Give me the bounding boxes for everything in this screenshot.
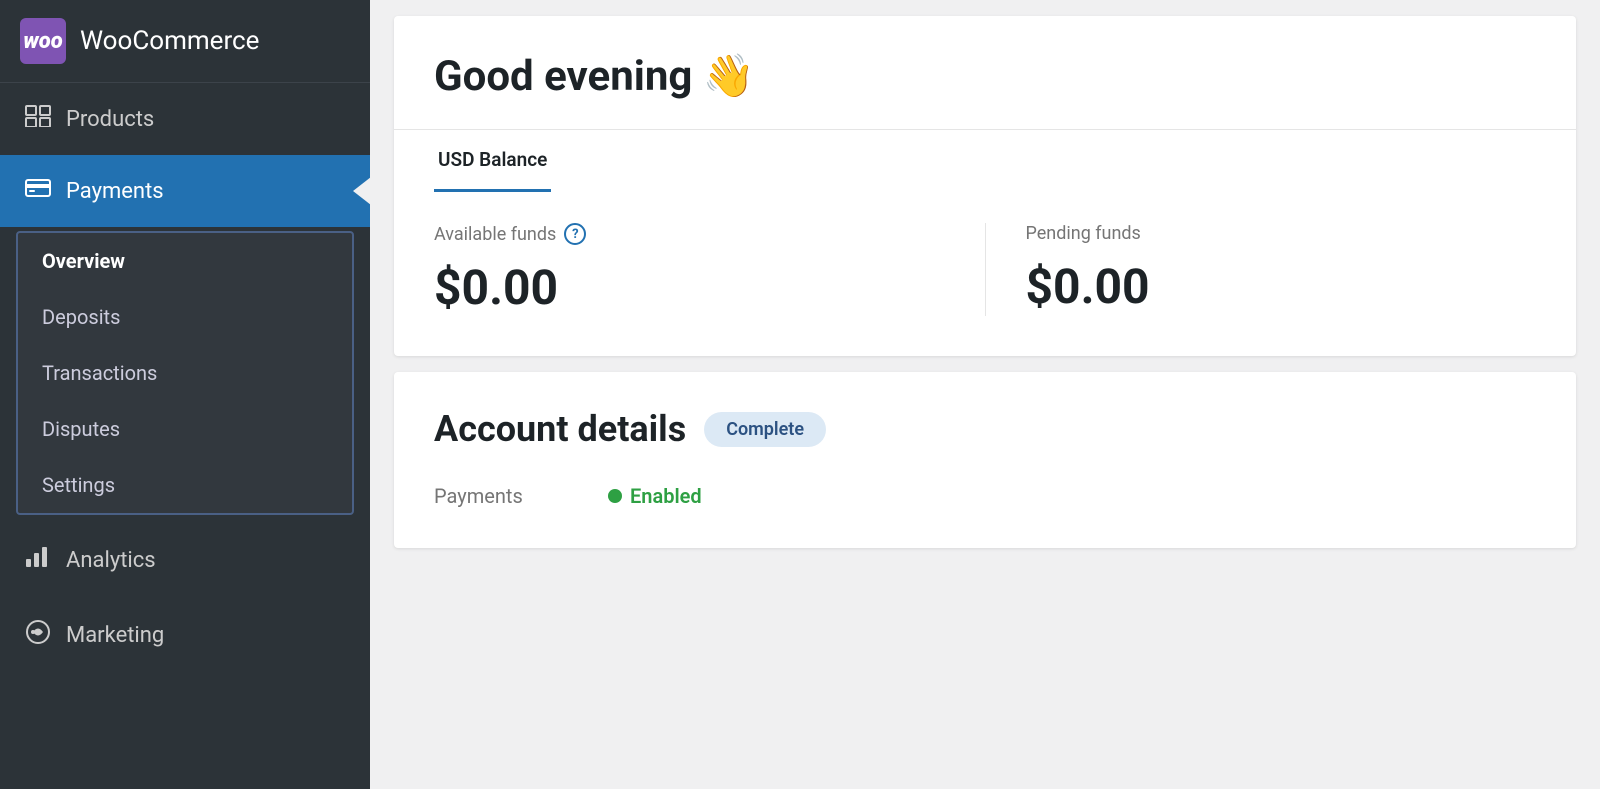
sidebar-item-analytics-label: Analytics [66, 548, 156, 573]
tab-list: USD Balance [434, 130, 1536, 191]
sidebar-item-products[interactable]: Products [0, 83, 370, 155]
sidebar: woo WooCommerce Products Payments Over [0, 0, 370, 789]
tab-usd-balance[interactable]: USD Balance [434, 130, 551, 192]
submenu-item-disputes[interactable]: Disputes [18, 401, 352, 457]
available-funds-help-icon[interactable]: ? [564, 223, 586, 245]
account-status-badge: Complete [704, 412, 826, 447]
submenu-item-overview[interactable]: Overview [18, 233, 352, 289]
woocommerce-logo: woo [20, 18, 66, 64]
submenu-item-deposits[interactable]: Deposits [18, 289, 352, 345]
balance-content: Available funds ? $0.00 Pending funds $0… [394, 191, 1576, 356]
pending-funds-label: Pending funds [1026, 223, 1537, 244]
payments-submenu: Overview Deposits Transactions Disputes … [16, 231, 354, 515]
sidebar-logo-row: woo WooCommerce [0, 0, 370, 83]
greeting-card: Good evening 👋 USD Balance Available fun… [394, 16, 1576, 356]
available-funds-col: Available funds ? $0.00 [434, 223, 986, 316]
sidebar-brand-name: WooCommerce [80, 26, 259, 56]
sidebar-item-marketing-label: Marketing [66, 623, 164, 648]
submenu-item-settings[interactable]: Settings [18, 457, 352, 513]
account-payments-label: Payments [434, 484, 594, 508]
greeting-section: Good evening 👋 [394, 16, 1576, 129]
account-payments-status: Enabled [608, 484, 702, 508]
sidebar-item-marketing[interactable]: Marketing [0, 597, 370, 673]
account-details-card: Account details Complete Payments Enable… [394, 372, 1576, 548]
greeting-text: Good evening 👋 [434, 52, 1536, 101]
available-funds-amount: $0.00 [434, 259, 945, 316]
enabled-label: Enabled [630, 484, 702, 508]
balance-tabs: USD Balance [394, 129, 1576, 191]
analytics-icon [24, 545, 52, 575]
available-funds-label: Available funds ? [434, 223, 945, 245]
submenu-item-transactions[interactable]: Transactions [18, 345, 352, 401]
products-icon [24, 105, 52, 133]
main-content: Good evening 👋 USD Balance Available fun… [370, 0, 1600, 789]
pending-funds-amount: $0.00 [1026, 258, 1537, 315]
marketing-icon [24, 619, 52, 651]
sidebar-item-payments-label: Payments [66, 179, 164, 204]
account-payments-row: Payments Enabled [434, 474, 1536, 518]
account-details-title: Account details [434, 408, 686, 450]
woo-logo-text: woo [23, 29, 62, 54]
enabled-dot [608, 489, 622, 503]
payments-icon [24, 177, 52, 205]
pending-funds-col: Pending funds $0.00 [986, 223, 1537, 316]
sidebar-item-products-label: Products [66, 107, 154, 132]
sidebar-item-analytics[interactable]: Analytics [0, 523, 370, 597]
sidebar-item-payments[interactable]: Payments [0, 155, 370, 227]
account-details-header: Account details Complete [434, 408, 1536, 450]
